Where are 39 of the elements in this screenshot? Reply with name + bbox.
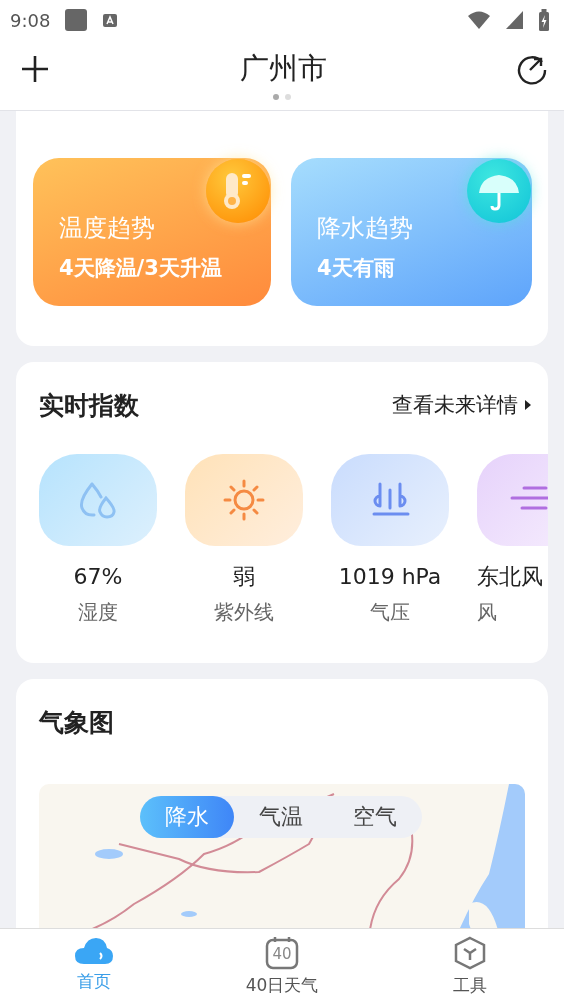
index-label: 风: [477, 599, 497, 626]
add-icon[interactable]: [20, 54, 50, 84]
index-value: 弱: [233, 563, 255, 591]
card-title: 降水趋势: [317, 213, 413, 244]
cloud-icon: [74, 936, 114, 966]
index-value: 67%: [73, 563, 123, 591]
index-value: 东北风: [477, 563, 543, 591]
card-title: 温度趋势: [59, 213, 155, 244]
caret-icon: [524, 399, 532, 411]
sun-icon: [222, 478, 266, 522]
index-tile[interactable]: [39, 454, 157, 546]
card-summary: 4天有雨: [317, 255, 395, 282]
wifi-icon: [467, 10, 491, 30]
map-tab[interactable]: 气温: [234, 796, 328, 838]
section-title: 气象图: [39, 706, 114, 739]
index-label: 气压: [370, 599, 410, 626]
keyboard-icon: [102, 11, 119, 29]
details-link[interactable]: 查看未来详情: [392, 391, 532, 419]
nav-tab[interactable]: 工具: [376, 929, 564, 1004]
notification-icon: [64, 8, 89, 32]
map-tab[interactable]: 空气: [328, 796, 422, 838]
battery-icon: [538, 9, 550, 31]
calendar-icon: 40: [265, 936, 299, 970]
section-title: 实时指数: [39, 389, 139, 422]
refresh-icon[interactable]: [516, 53, 548, 85]
index-tile[interactable]: [477, 454, 548, 546]
hexagon-icon: [453, 936, 487, 970]
index-value: 1019 hPa: [338, 563, 442, 591]
index-tile[interactable]: [185, 454, 303, 546]
clock: 9:08: [10, 9, 51, 31]
signal-icon: [505, 10, 524, 30]
index-tile[interactable]: [331, 454, 449, 546]
index-label: 湿度: [78, 599, 118, 626]
city-title: 广州市: [239, 50, 327, 87]
nav-tab[interactable]: 40 40日天气: [188, 929, 376, 1004]
index-label: 紫外线: [214, 599, 274, 626]
card-summary: 4天降温/3天升温: [59, 255, 222, 282]
umbrella-icon: [467, 159, 531, 223]
thermometer-icon: [206, 159, 270, 223]
